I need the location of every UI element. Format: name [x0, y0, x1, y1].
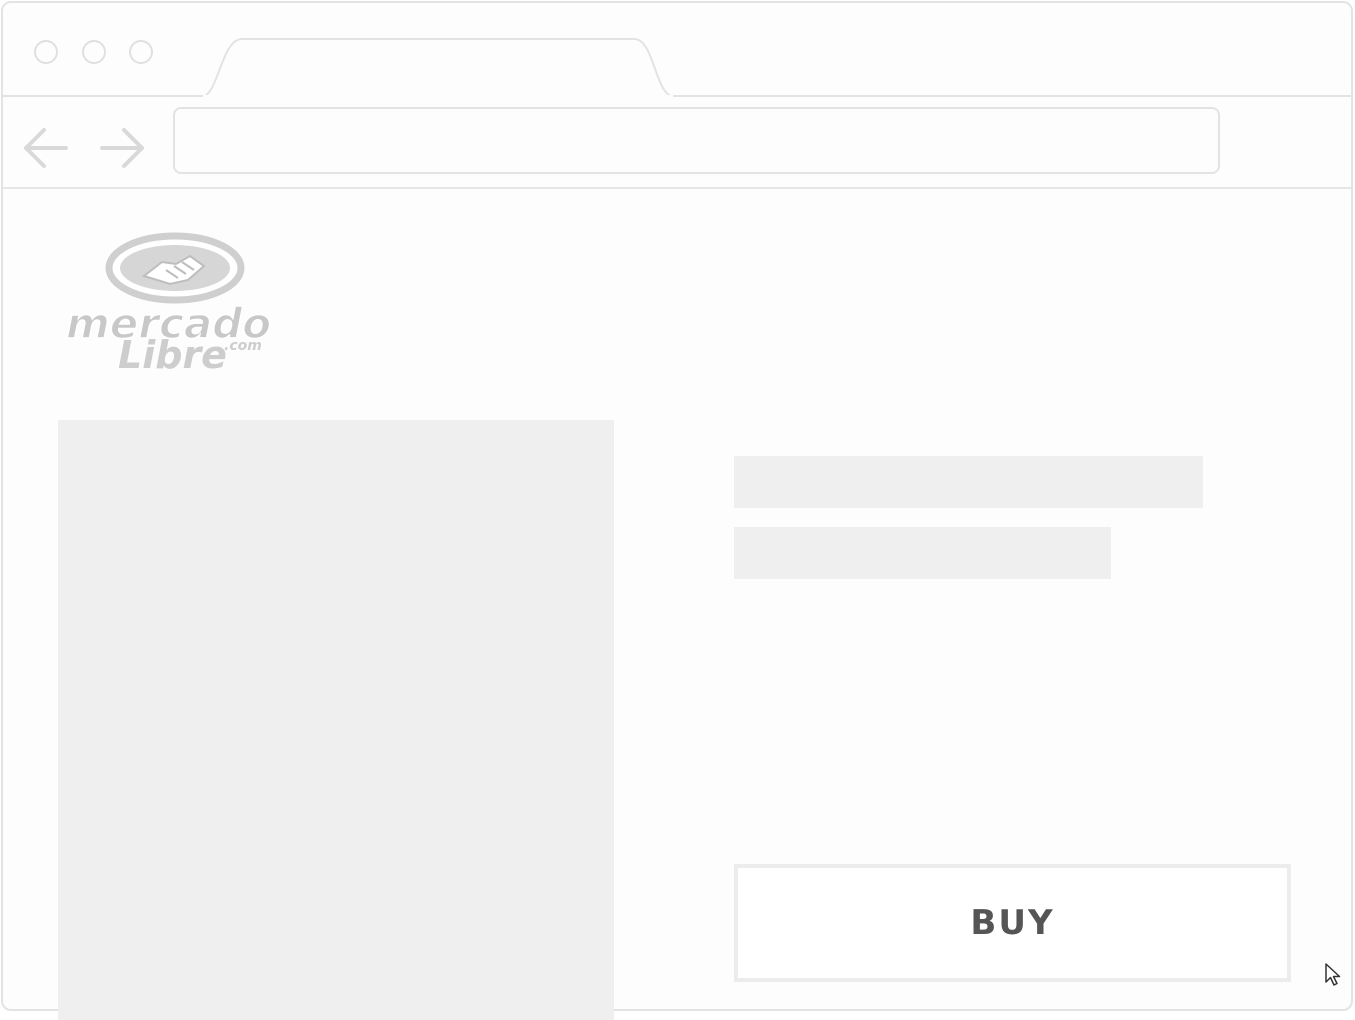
browser-tab[interactable]: [3, 3, 1353, 99]
title-bar: [3, 3, 1353, 99]
product-image-placeholder: [58, 420, 614, 1020]
forward-arrow-icon[interactable]: [98, 124, 150, 172]
handshake-emblem-icon: [105, 232, 245, 304]
logo-suffix-com: .com: [224, 338, 262, 354]
product-title-placeholder: [734, 456, 1203, 508]
logo-word-libre: Libre: [118, 333, 227, 374]
address-bar[interactable]: [173, 107, 1220, 174]
mercadolibre-logo: mercado Libre .com: [65, 232, 272, 374]
buy-button-label: BUY: [970, 903, 1055, 943]
buy-button[interactable]: BUY: [734, 864, 1291, 982]
product-price-placeholder: [734, 527, 1111, 579]
back-arrow-icon[interactable]: [20, 124, 72, 172]
mouse-cursor-icon: [1325, 963, 1341, 986]
